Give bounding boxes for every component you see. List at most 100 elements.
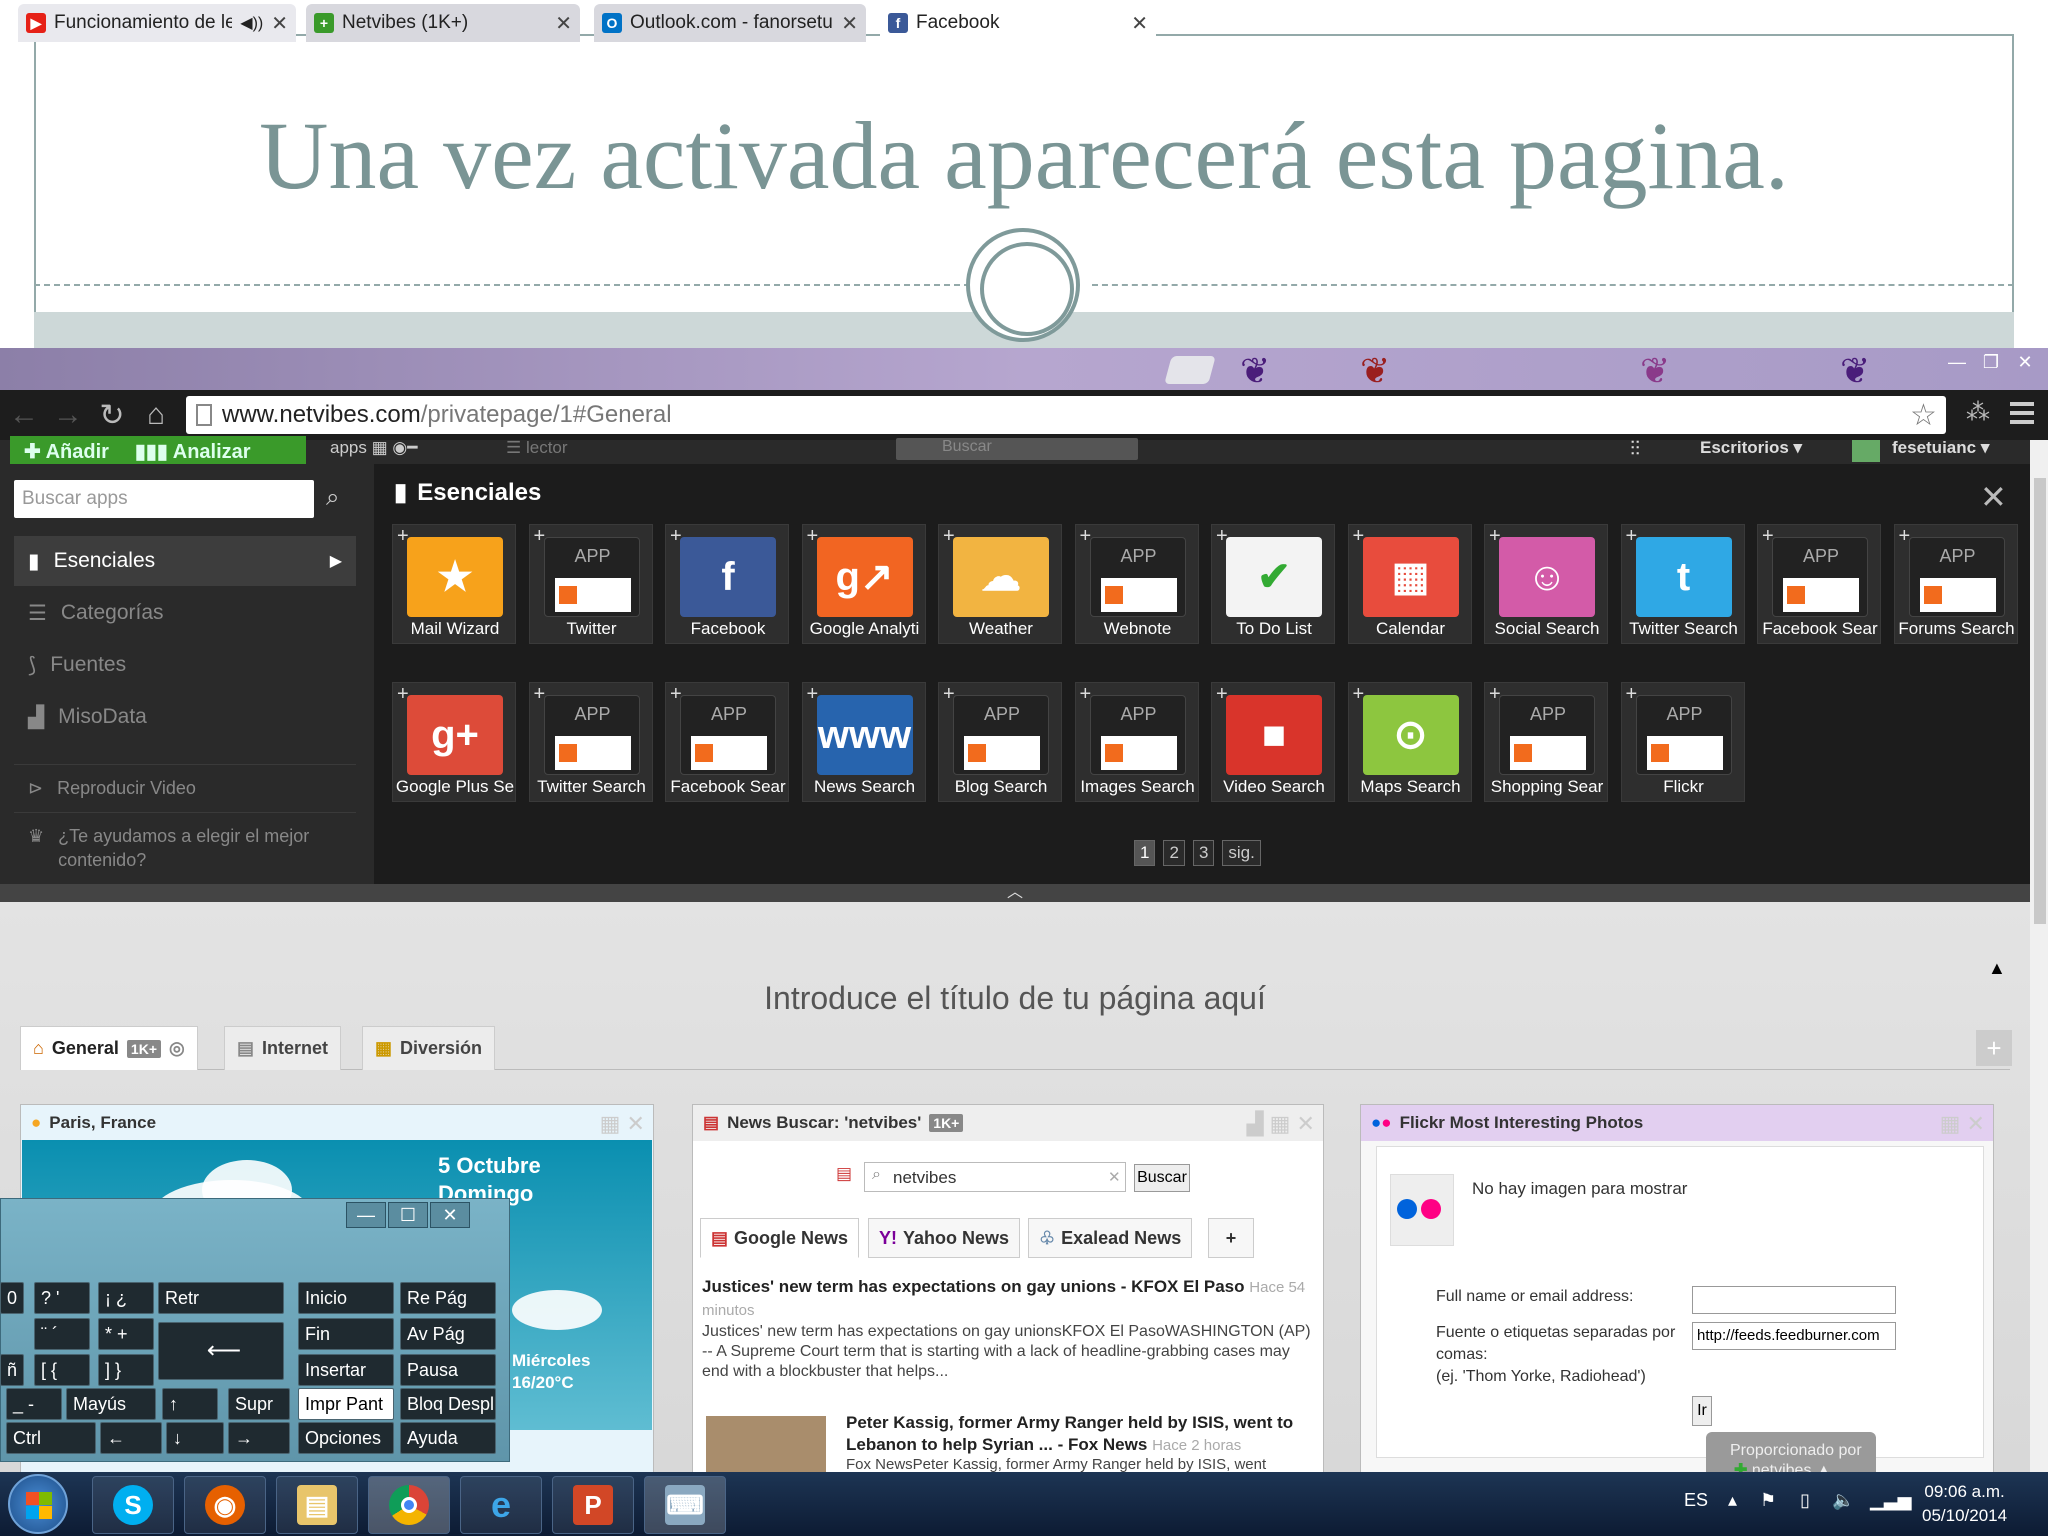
taskbar-powerpoint[interactable]: P — [552, 1476, 634, 1534]
taskbar-skype[interactable]: S — [92, 1476, 174, 1534]
source-input[interactable]: http://feeds.feedburner.com — [1692, 1322, 1896, 1350]
keyboard-key[interactable]: * + — [98, 1318, 154, 1350]
escritorios-dropdown[interactable]: Escritorios ▾ — [1700, 438, 1802, 458]
menu-icon[interactable] — [2010, 402, 2034, 424]
tab-yahoo-news[interactable]: Y! Yahoo News — [868, 1218, 1021, 1258]
app-tile[interactable]: + ☺ Social Search — [1484, 524, 1608, 644]
forward-icon[interactable]: → — [50, 398, 86, 432]
keyboard-key[interactable]: Impr Pant — [298, 1388, 394, 1420]
widget-header[interactable]: ● Paris, France — [21, 1105, 653, 1141]
keyboard-key[interactable]: → — [228, 1422, 290, 1454]
signal-icon[interactable]: ▁▃▅ — [1870, 1490, 1912, 1511]
user-avatar[interactable] — [1852, 440, 1880, 462]
browser-tab[interactable]: O Outlook.com - fanorsetua ✕ — [594, 4, 866, 42]
keyboard-key[interactable]: Ctrl — [6, 1422, 96, 1454]
widget-header[interactable]: ●● Flickr Most Interesting Photos — [1361, 1105, 1993, 1141]
keyboard-key[interactable]: Insertar — [298, 1354, 394, 1386]
keyboard-key[interactable]: Re Pág — [400, 1282, 496, 1314]
tab-google-news[interactable]: ▤ Google News — [700, 1218, 860, 1258]
bookmark-star-icon[interactable]: ☆ — [1910, 398, 1937, 433]
taskbar-chrome[interactable] — [368, 1476, 450, 1534]
app-tile[interactable]: + f Facebook — [665, 524, 789, 644]
close-icon[interactable]: ✕ — [2012, 350, 2038, 374]
app-tile[interactable]: + APP Blog Search — [938, 682, 1062, 802]
app-tile[interactable]: + ★ Mail Wizard — [392, 524, 516, 644]
maximize-icon[interactable]: ❐ — [1978, 350, 2004, 374]
language-indicator[interactable]: ES — [1684, 1490, 1708, 1511]
app-tile[interactable]: + g↗ Google Analyti — [801, 524, 926, 644]
system-clock[interactable]: 09:06 a.m. 05/10/2014 — [1922, 1480, 2007, 1528]
keyboard-key[interactable]: ñ — [0, 1354, 24, 1386]
keyboard-key[interactable]: [ { — [34, 1354, 90, 1386]
browser-tab[interactable]: + Netvibes (1K+) ✕ — [306, 4, 580, 42]
app-tile[interactable]: + APP Webnote — [1074, 524, 1199, 644]
play-video-link[interactable]: ⊳ Reproducir Video — [14, 776, 196, 800]
tab-general[interactable]: ⌂ General 1K+ ◎ — [20, 1026, 198, 1070]
close-tab-icon[interactable]: ✕ — [1131, 11, 1148, 36]
browser-tab[interactable]: f Facebook ✕ — [880, 4, 1156, 42]
analyze-button[interactable]: ▮▮▮ Analizar — [135, 439, 251, 464]
keyboard-key[interactable]: ¡ ¿ — [98, 1282, 154, 1314]
app-tile[interactable]: + APP Facebook Sear — [1757, 524, 1881, 644]
widget-controls[interactable]: ▦ ✕ — [600, 1111, 645, 1137]
name-email-input[interactable] — [1692, 1286, 1896, 1314]
keyboard-key[interactable]: ↑ — [162, 1388, 218, 1420]
keyboard-key[interactable]: Opciones — [298, 1422, 394, 1454]
powered-by-bar[interactable]: Proporcionado por ✚ netvibes ▲ — [1706, 1432, 1876, 1479]
app-tile[interactable]: + ✔ To Do List — [1211, 524, 1335, 644]
add-button[interactable]: ✚ Añadir — [24, 439, 109, 464]
keyboard-key[interactable]: ← — [100, 1422, 162, 1454]
keyboard-key[interactable]: ? ' — [34, 1282, 90, 1314]
settings-sliders-icon[interactable]: ⫶⫶ — [1630, 438, 1640, 461]
keyboard-key[interactable]: Av Pág — [400, 1318, 496, 1350]
app-tile[interactable]: + ■ Video Search — [1211, 682, 1335, 802]
taskbar-firefox[interactable]: ◉ — [184, 1476, 266, 1534]
keyboard-key[interactable]: ↓ — [166, 1422, 224, 1454]
news-thumbnail[interactable] — [706, 1416, 826, 1476]
clear-icon[interactable]: ✕ — [1108, 1168, 1121, 1186]
sidebar-item-fuentes[interactable]: ⟆ Fuentes — [14, 640, 356, 690]
keyboard-key[interactable]: Fin — [298, 1318, 394, 1350]
page-scrollbar[interactable] — [2030, 440, 2048, 1472]
page-button[interactable]: 3 — [1192, 840, 1215, 866]
key-enter[interactable]: ⟵ — [158, 1322, 284, 1380]
keyboard-key[interactable]: 0 — [0, 1282, 24, 1314]
app-tile[interactable]: + t Twitter Search — [1620, 524, 1745, 644]
collapse-panel-button[interactable]: ︿ — [0, 884, 2030, 902]
search-icon[interactable]: ⌕ — [326, 484, 339, 512]
widget-controls[interactable]: ▟ ▦ ✕ — [1247, 1111, 1315, 1137]
app-tile[interactable]: + www News Search — [801, 682, 926, 802]
back-icon[interactable]: ← — [6, 398, 42, 432]
keyboard-key[interactable]: Retr — [158, 1282, 284, 1314]
close-tab-icon[interactable]: ✕ — [841, 11, 858, 36]
app-tile[interactable]: + APP Shopping Sear — [1484, 682, 1608, 802]
taskbar-ie[interactable]: e — [460, 1476, 542, 1534]
tab-exalead-news[interactable]: ♧ Exalead News — [1028, 1218, 1193, 1258]
page-button[interactable]: 2 — [1163, 840, 1185, 866]
go-button[interactable]: Ir — [1692, 1396, 1712, 1426]
collapse-arrow-icon[interactable]: ▲ — [1988, 958, 2006, 979]
widget-controls[interactable]: ▦ ✕ — [1940, 1111, 1985, 1137]
keyboard-key[interactable]: Ayuda — [400, 1422, 496, 1454]
keyboard-key[interactable]: Inicio — [298, 1282, 394, 1314]
news-search-button[interactable]: Buscar — [1134, 1164, 1190, 1192]
minimize-icon[interactable]: — — [346, 1202, 386, 1228]
home-icon[interactable]: ⌂ — [138, 398, 174, 432]
extension-icon[interactable]: ⁂ — [1960, 398, 1996, 427]
start-button[interactable] — [8, 1474, 68, 1534]
keyboard-key[interactable]: _ - — [6, 1388, 62, 1420]
news-item-title[interactable]: Peter Kassig, former Army Ranger held by… — [846, 1412, 1322, 1457]
maximize-icon[interactable]: ☐ — [388, 1202, 428, 1228]
app-tile[interactable]: + APP Twitter — [528, 524, 653, 644]
app-tile[interactable]: + ☁ Weather — [938, 524, 1062, 644]
keyboard-key[interactable]: Pausa — [400, 1354, 496, 1386]
app-tile[interactable]: + APP Twitter Search — [528, 682, 653, 802]
flag-icon[interactable]: ⚑ — [1760, 1490, 1776, 1511]
page-title[interactable]: Introduce el título de tu página aquí — [0, 980, 2030, 1017]
app-tile[interactable]: + ⊙ Maps Search — [1347, 682, 1472, 802]
close-tab-icon[interactable]: ✕ — [271, 11, 288, 36]
help-choose-link[interactable]: ♛ ¿Te ayudamos a elegir el mejor contenid… — [14, 824, 309, 872]
news-search-input[interactable]: netvibes — [864, 1162, 1126, 1192]
taskbar-explorer[interactable]: ▤ — [276, 1476, 358, 1534]
lector-toggle[interactable]: ☰ lector — [506, 438, 568, 458]
